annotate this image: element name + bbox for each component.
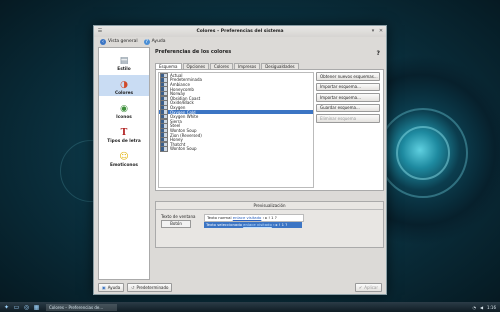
normal-text: Texto normal: [207, 215, 232, 220]
style-icon: ▤: [119, 55, 129, 66]
normal-link: enlace visitado: [232, 215, 262, 220]
defaults-button[interactable]: ↺ Predeterminado: [127, 283, 173, 292]
selected-text: Texto seleccionado: [206, 222, 242, 227]
overview-button[interactable]: ‹ Vista general: [100, 38, 138, 45]
window-menu-icon[interactable]: ☰: [97, 28, 103, 34]
preview-box: Previsualización Texto de ventana Botón …: [155, 201, 384, 248]
clock[interactable]: 1:16: [487, 305, 496, 310]
import-kde3-scheme-button[interactable]: Importar esquema...: [316, 93, 380, 102]
network-icon[interactable]: ◔: [472, 305, 476, 310]
emoticons-icon: ☺: [119, 151, 129, 162]
normal-symbols: ‹ ▸ ! 1 ?: [262, 215, 277, 220]
sidebar-item-colors[interactable]: ◑ Colores: [99, 75, 149, 96]
desktop-wallpaper-ring-inner: [396, 126, 450, 180]
sidebar-item-emoticons[interactable]: ☺ Emoticonos: [99, 147, 149, 169]
help-book-icon: ▣: [102, 285, 106, 290]
help-button-label: Ayuda: [107, 285, 121, 290]
scheme-name: Wonton Soup: [170, 146, 197, 152]
selected-link: enlace visitado: [243, 222, 272, 227]
sidebar-item-style[interactable]: ▤ Estilo: [99, 51, 149, 73]
sidebar-item-label: Emoticonos: [110, 163, 138, 168]
apply-check-icon: ✔: [358, 285, 363, 290]
scheme-panel: Actual Predeterminada Ambiance Honeycomb Nor…: [155, 69, 384, 191]
preview-selected-row: Texto seleccionado enlace visitado ‹ ▸ !…: [204, 222, 302, 228]
sidebar-item-icons[interactable]: ◉ Iconos: [99, 99, 149, 121]
sidebar-item-label: Estilo: [117, 67, 131, 72]
back-arrow-icon: ‹: [100, 38, 106, 45]
taskbar: ✦ ▭ ◎ ▦ Colores – Preferencias de... ◔ ◀…: [0, 302, 500, 312]
preview-title: Previsualización: [156, 202, 383, 210]
fonts-icon: T: [120, 127, 128, 138]
window-title: Colores – Preferencias del sistema: [196, 29, 284, 34]
desktop-grid-icon[interactable]: ▦: [33, 304, 40, 311]
help-button[interactable]: ▣ Ayuda: [98, 283, 125, 292]
sidebar-item-label: Tipos de letra: [107, 139, 141, 144]
defaults-icon: ↺: [131, 285, 135, 290]
kde-menu-icon[interactable]: ✦: [3, 304, 10, 311]
sidebar-item-label: Colores: [114, 91, 134, 96]
window-titlebar[interactable]: ☰ Colores – Preferencias del sistema ▾ ✕: [94, 26, 386, 37]
dialog-footer: ▣ Ayuda ↺ Predeterminado ✔ Aplicar: [98, 283, 382, 292]
page-title: Preferencias de los colores ?: [153, 47, 382, 57]
scheme-list[interactable]: Actual Predeterminada Ambiance Honeycomb Nor…: [158, 72, 314, 188]
taskbar-task-colors[interactable]: Colores – Preferencias de...: [46, 303, 117, 311]
volume-icon[interactable]: ◀: [480, 305, 483, 310]
close-icon[interactable]: ✕: [378, 28, 384, 34]
minimize-icon[interactable]: ▾: [370, 28, 376, 34]
defaults-button-label: Predeterminado: [136, 285, 169, 290]
get-new-schemes-button[interactable]: Obtener nuevos esquemas...: [316, 72, 380, 81]
help-label: Ayuda: [151, 39, 166, 44]
icons-icon: ◉: [120, 103, 128, 114]
remove-scheme-button[interactable]: Eliminar esquema: [316, 114, 380, 123]
file-manager-icon[interactable]: ▭: [13, 304, 20, 311]
help-circle-icon: ?: [143, 38, 150, 45]
sidebar-item-fonts[interactable]: T Tipos de letra: [99, 123, 149, 145]
help-icon[interactable]: ?: [377, 49, 380, 59]
window-text-label: Texto de ventana: [161, 214, 196, 219]
overview-label: Vista general: [108, 39, 138, 44]
scheme-list-item[interactable]: Wonton Soup: [159, 146, 313, 152]
system-settings-window: ☰ Colores – Preferencias del sistema ▾ ✕…: [93, 25, 387, 295]
scheme-preview-icon: [160, 146, 168, 152]
main-panel: Preferencias de los colores ? Esquema Op…: [153, 47, 384, 280]
sidebar-item-label: Iconos: [116, 115, 132, 120]
preview-button: Botón: [161, 220, 191, 228]
preview-normal-row: Texto normal enlace visitado ‹ ▸ ! 1 ?: [204, 214, 304, 222]
import-scheme-button[interactable]: Importar esquema...: [316, 82, 380, 91]
help-menu-button[interactable]: ? Ayuda: [143, 38, 166, 45]
page-title-text: Preferencias de los colores: [155, 49, 232, 55]
apply-button[interactable]: ✔ Aplicar: [354, 283, 382, 292]
save-scheme-button[interactable]: Guardar esquema...: [316, 103, 380, 112]
selected-symbols: ‹ ▸ ! 1 ?: [273, 222, 288, 227]
sidebar: ▤ Estilo ◑ Colores ◉ Iconos T Tipos de l…: [98, 47, 150, 280]
browser-icon[interactable]: ◎: [23, 304, 30, 311]
scheme-actions: Obtener nuevos esquemas... Importar esqu…: [316, 72, 380, 125]
apply-button-label: Aplicar: [364, 285, 378, 290]
toolbar: ‹ Vista general ? Ayuda: [94, 37, 386, 46]
colors-icon: ◑: [120, 79, 128, 90]
system-tray: ◔ ◀ 1:16: [472, 305, 500, 310]
